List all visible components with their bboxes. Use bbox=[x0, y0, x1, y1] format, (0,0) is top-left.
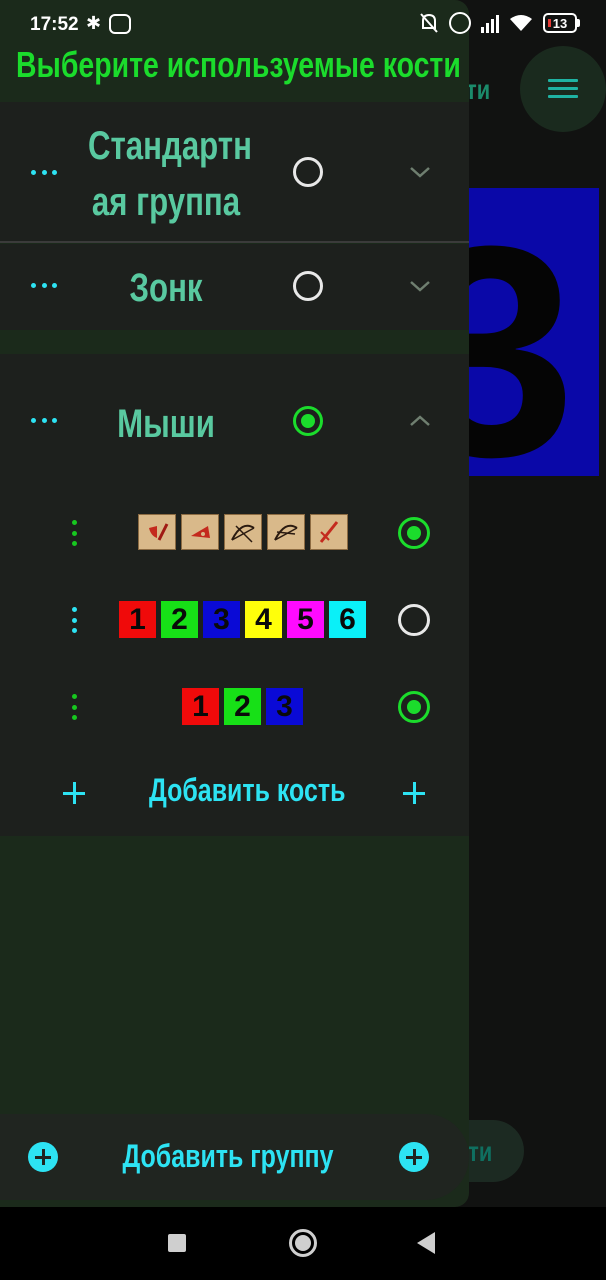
recents-icon[interactable] bbox=[168, 1234, 186, 1252]
add-die-icon[interactable] bbox=[63, 782, 85, 804]
more-options-icon[interactable] bbox=[31, 283, 57, 289]
die-faces bbox=[138, 514, 348, 550]
back-icon[interactable] bbox=[417, 1232, 435, 1254]
group-card-standard[interactable]: Стандартн ая группа bbox=[0, 102, 469, 242]
chevron-down-icon[interactable] bbox=[409, 279, 431, 293]
die-face: 1 bbox=[182, 688, 219, 725]
bow-icon bbox=[267, 514, 305, 550]
drag-handle-icon[interactable] bbox=[71, 694, 77, 720]
die-face: 3 bbox=[266, 688, 303, 725]
die-face: 3 bbox=[203, 601, 240, 638]
group-name: Стандартн ая группа bbox=[88, 124, 252, 224]
die-faces: 1 2 3 bbox=[182, 688, 303, 725]
list-button[interactable] bbox=[520, 46, 606, 132]
die-face: 4 bbox=[245, 601, 282, 638]
group-radio[interactable] bbox=[293, 157, 323, 187]
die-face: 1 bbox=[119, 601, 156, 638]
group-radio-selected[interactable] bbox=[293, 406, 323, 436]
background-die-preview: 3 bbox=[469, 188, 599, 476]
group-name: Мыши bbox=[117, 402, 215, 446]
add-group-label: Добавить группу bbox=[122, 1138, 334, 1174]
die-radio-selected[interactable] bbox=[398, 691, 430, 723]
die-radio-selected[interactable] bbox=[398, 517, 430, 549]
data-icon bbox=[109, 14, 131, 34]
wifi-icon bbox=[510, 15, 532, 31]
chevron-down-icon[interactable] bbox=[409, 165, 431, 179]
bell-off-icon bbox=[420, 13, 438, 33]
bluetooth-icon: ✱ bbox=[86, 13, 102, 33]
signal-icon bbox=[481, 13, 499, 33]
group-card-mice[interactable]: Мыши 1 2 3 4 5 6 1 2 3 Добавить кость bbox=[0, 354, 469, 836]
navigation-bar bbox=[0, 1207, 606, 1280]
drag-handle-icon[interactable] bbox=[71, 520, 77, 546]
die-faces: 1 2 3 4 5 6 bbox=[119, 601, 366, 638]
sword-shield-icon bbox=[138, 514, 176, 550]
drag-handle-icon[interactable] bbox=[71, 607, 77, 633]
add-circle-icon[interactable] bbox=[399, 1142, 429, 1172]
group-card-zonk[interactable]: Зонк bbox=[0, 244, 469, 330]
add-die-button[interactable]: Добавить кость bbox=[149, 772, 345, 809]
cheese-icon bbox=[181, 514, 219, 550]
add-die-icon[interactable] bbox=[403, 782, 425, 804]
home-icon[interactable] bbox=[289, 1229, 317, 1257]
alarm-icon bbox=[449, 12, 471, 34]
drawer-title: Выберите используемые кости bbox=[16, 44, 461, 85]
die-face: 6 bbox=[329, 601, 366, 638]
group-radio[interactable] bbox=[293, 271, 323, 301]
battery-level: 13 bbox=[552, 15, 568, 31]
add-circle-icon[interactable] bbox=[28, 1142, 58, 1172]
more-options-icon[interactable] bbox=[31, 170, 57, 176]
more-options-icon[interactable] bbox=[31, 418, 57, 424]
die-radio[interactable] bbox=[398, 604, 430, 636]
battery-icon: 13 bbox=[543, 13, 580, 33]
sword-icon bbox=[310, 514, 348, 550]
die-face: 5 bbox=[287, 601, 324, 638]
bow-icon bbox=[224, 514, 262, 550]
group-name: Зонк bbox=[129, 266, 203, 310]
dice-selection-drawer: Выберите используемые кости Стандартн ая… bbox=[0, 0, 469, 1207]
die-face: 2 bbox=[161, 601, 198, 638]
chevron-up-icon[interactable] bbox=[409, 414, 431, 428]
status-time: 17:52 bbox=[30, 14, 79, 35]
background-title: ти bbox=[466, 74, 491, 105]
status-bar: 17:52 ✱ 13 bbox=[0, 0, 606, 50]
divider bbox=[0, 241, 469, 243]
die-face: 2 bbox=[224, 688, 261, 725]
add-group-button[interactable]: Добавить группу bbox=[0, 1114, 469, 1200]
list-icon bbox=[548, 79, 578, 99]
